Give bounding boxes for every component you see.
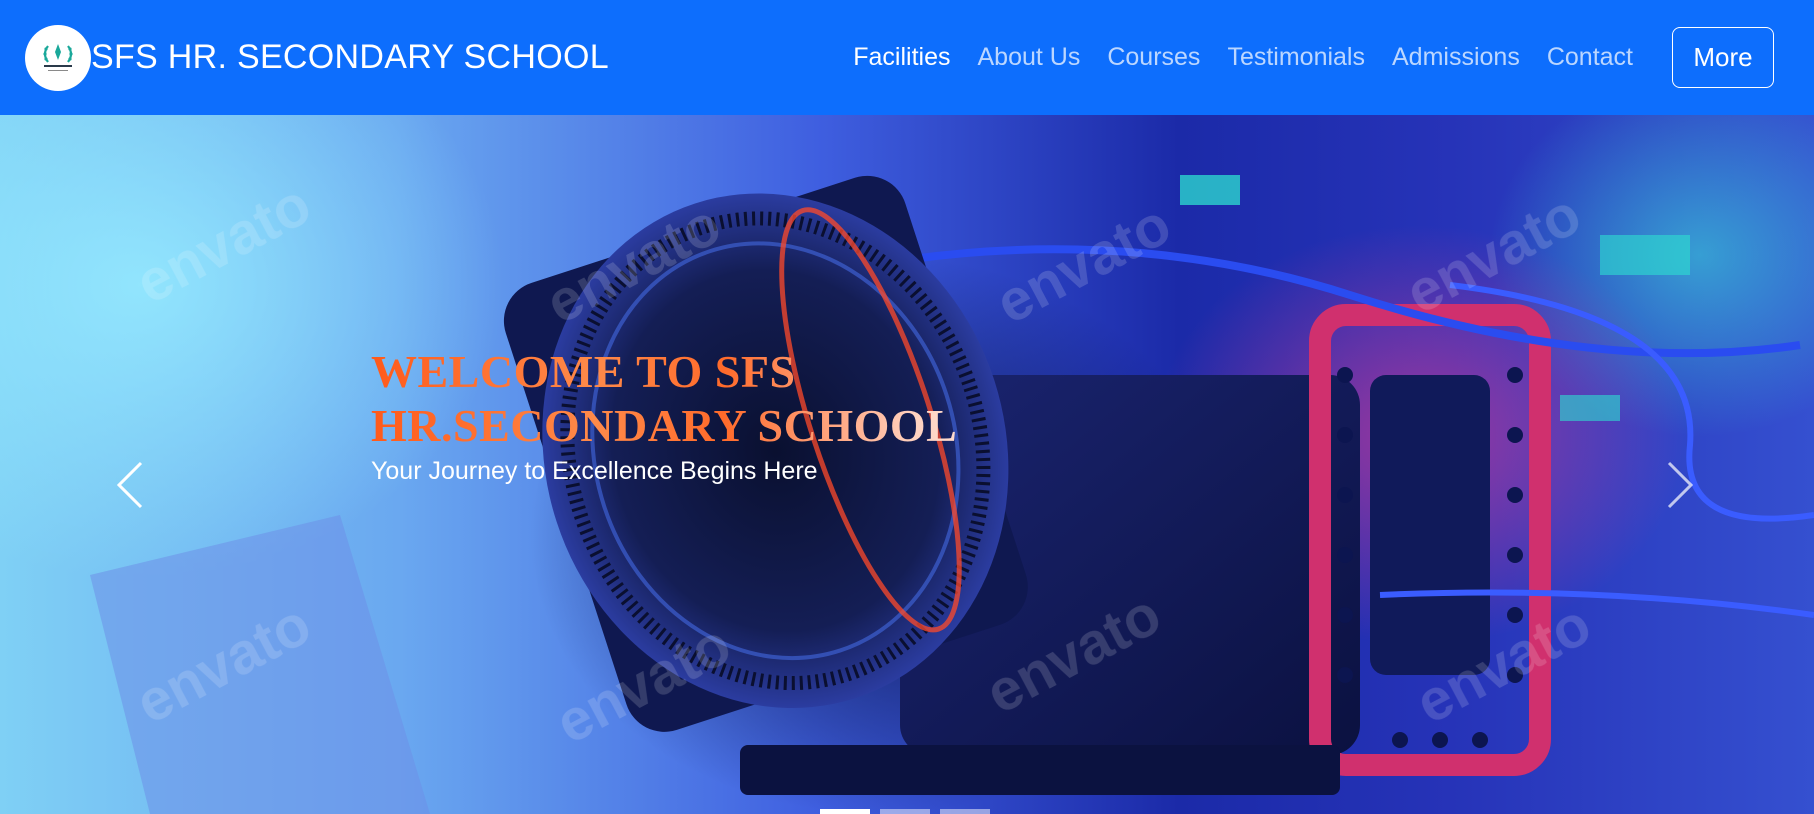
nav-link-testimonials[interactable]: Testimonials [1227, 43, 1365, 72]
laurel-emblem-icon [43, 43, 73, 71]
nav-link-about-us[interactable]: About Us [978, 43, 1081, 72]
navbar: SFS HR. SECONDARY SCHOOL Facilities Abou… [0, 0, 1814, 115]
nav-link-admissions[interactable]: Admissions [1392, 43, 1520, 72]
carousel-prev-button[interactable] [100, 455, 160, 515]
chevron-left-icon [116, 461, 143, 509]
hero-subheadline: Your Journey to Excellence Begins Here [371, 457, 818, 485]
nav-link-contact[interactable]: Contact [1547, 43, 1633, 72]
carousel-indicator-2[interactable] [880, 809, 930, 814]
carousel-indicators [820, 809, 1000, 814]
brand-name[interactable]: SFS HR. SECONDARY SCHOOL [91, 38, 609, 77]
watermark: envato [126, 171, 322, 316]
carousel-caption: WELCOME TO SFS HR.SECONDARY SCHOOL Your … [371, 345, 1011, 486]
hero-carousel: envato envato envato envato envato envat… [0, 115, 1814, 814]
brand[interactable]: SFS HR. SECONDARY SCHOOL [25, 24, 609, 91]
school-logo[interactable] [25, 24, 91, 91]
hero-headline: WELCOME TO SFS HR.SECONDARY SCHOOL [371, 345, 1011, 453]
carousel-indicator-3[interactable] [940, 809, 990, 814]
nav-link-courses[interactable]: Courses [1107, 43, 1200, 72]
carousel-next-button[interactable] [1650, 455, 1710, 515]
chevron-right-icon [1667, 461, 1694, 509]
more-button[interactable]: More [1672, 27, 1774, 88]
nav-links: Facilities About Us Courses Testimonials… [853, 27, 1774, 88]
nav-link-facilities[interactable]: Facilities [853, 43, 950, 72]
watermark: envato [986, 191, 1182, 336]
carousel-indicator-1[interactable] [820, 809, 870, 814]
